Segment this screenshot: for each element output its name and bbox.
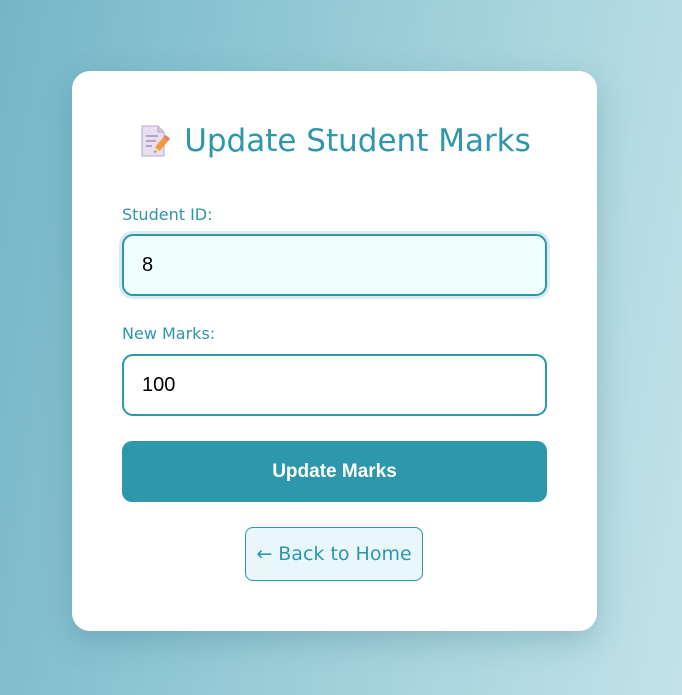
- student-id-label: Student ID:: [122, 205, 213, 224]
- update-marks-button[interactable]: Update Marks: [122, 441, 547, 502]
- update-marks-card: Update Student Marks Student ID: New Mar…: [72, 71, 597, 631]
- page-title: Update Student Marks: [72, 123, 597, 159]
- new-marks-label: New Marks:: [122, 324, 216, 343]
- memo-icon: [138, 124, 171, 158]
- student-id-field[interactable]: [122, 234, 547, 296]
- new-marks-field[interactable]: [122, 354, 547, 416]
- back-to-home-button[interactable]: ← Back to Home: [245, 527, 423, 581]
- title-text: Update Student Marks: [184, 123, 531, 159]
